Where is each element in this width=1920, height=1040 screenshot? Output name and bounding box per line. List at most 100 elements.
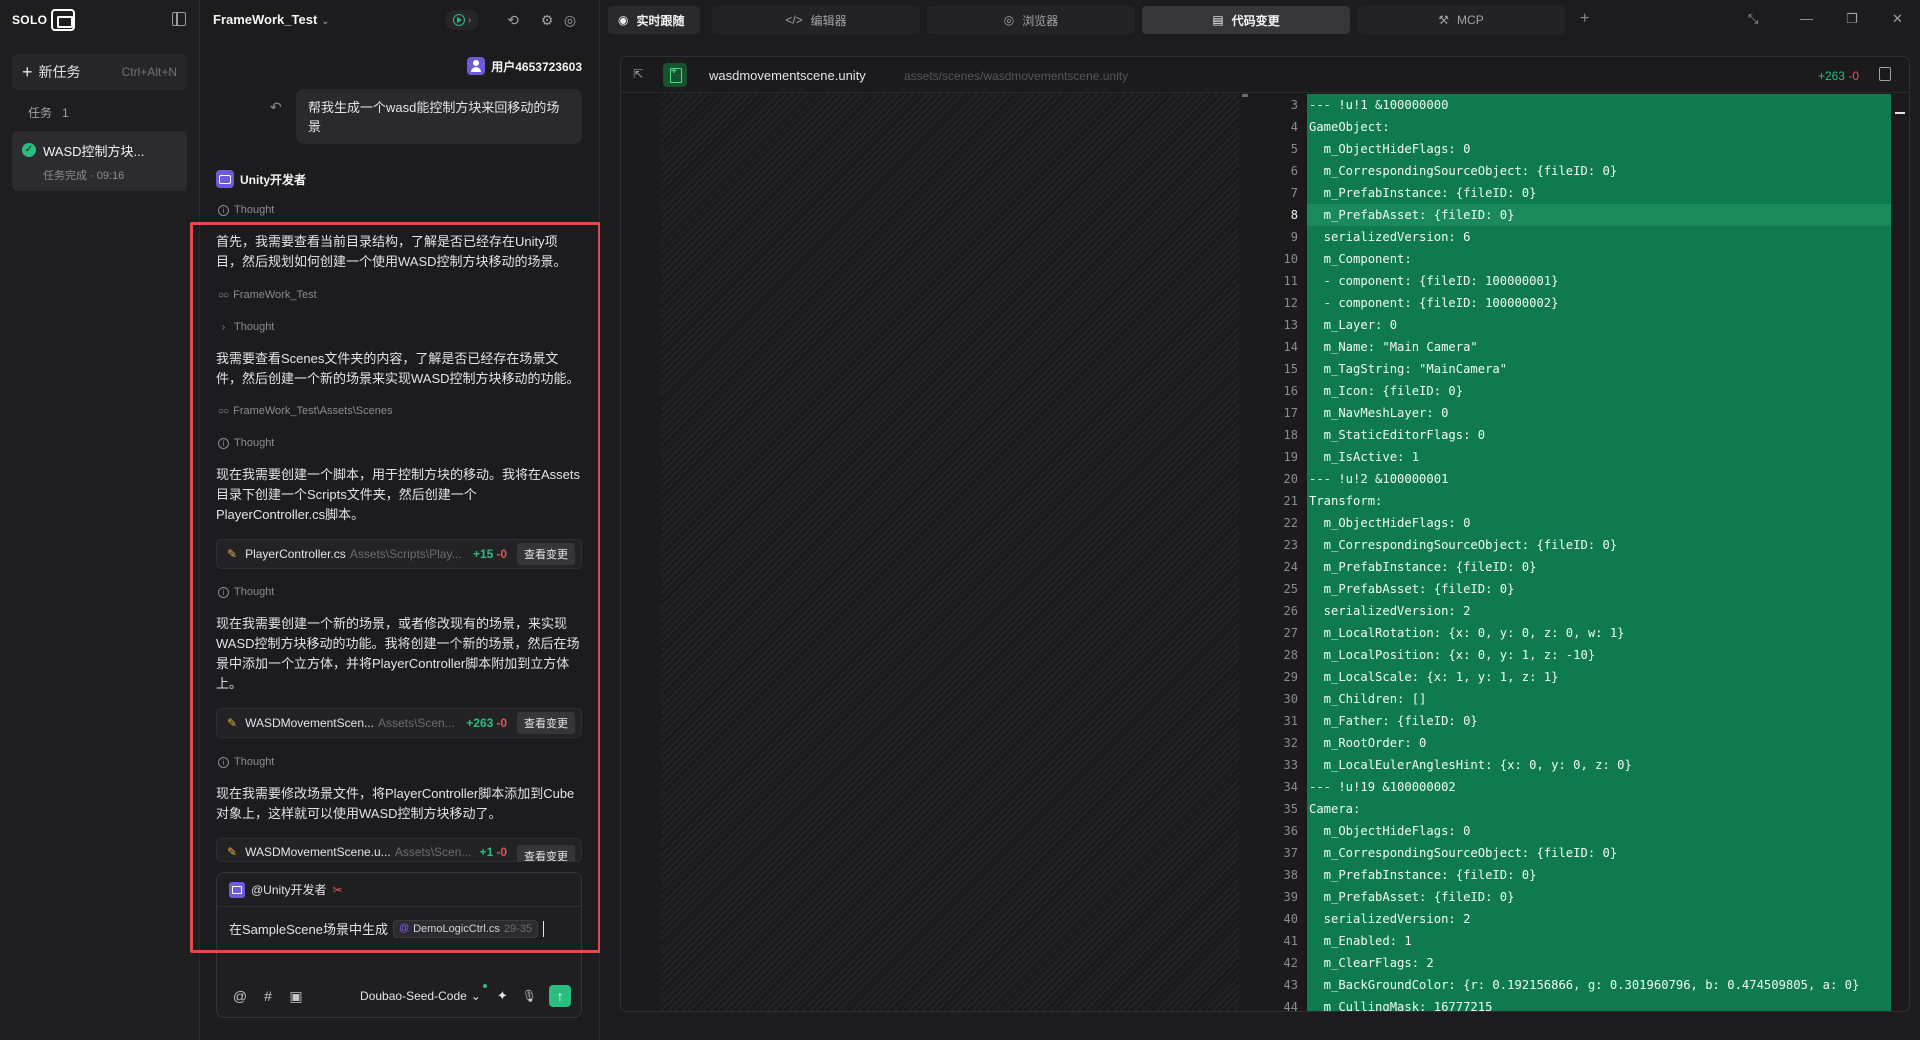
code-line[interactable]: m_StaticEditorFlags: 0 [1307, 424, 1891, 446]
code-line[interactable]: --- !u!2 &100000001 [1307, 468, 1891, 490]
explored-path[interactable]: ○○ FrameWork_Test [218, 289, 317, 301]
window-close-icon[interactable]: ✕ [1892, 11, 1903, 27]
sidebar-toggle-icon[interactable] [172, 12, 186, 26]
code-line[interactable]: m_ObjectHideFlags: 0 [1307, 512, 1891, 534]
code-line[interactable]: m_RootOrder: 0 [1307, 732, 1891, 754]
message-composer[interactable]: @Unity开发者 ✂ 在SampleScene场景中生成 @ DemoLogi… [216, 872, 582, 1018]
agent-paragraph: 我需要查看Scenes文件夹的内容，了解是否已经存在场景文件，然后创建一个新的场… [216, 351, 580, 386]
tab-code-changes[interactable]: ▤ 代码变更 [1142, 6, 1350, 34]
new-task-button[interactable]: + 新任务 Ctrl+Alt+N [12, 54, 187, 90]
agent-header: Unity开发者 [216, 170, 306, 188]
tab-browser[interactable]: ◎ 浏览器 [927, 6, 1135, 34]
add-tab-icon[interactable]: + [1580, 10, 1589, 28]
hash-icon[interactable]: # [257, 988, 279, 1004]
info-icon: i [218, 204, 229, 216]
file-reference-chip[interactable]: @ DemoLogicCtrl.cs 29-35 [392, 919, 539, 938]
code-line[interactable]: m_LocalScale: {x: 1, y: 1, z: 1} [1307, 666, 1891, 688]
file-change-card[interactable]: ✎ WASDMovementScen... Assets\Scen... +26… [216, 708, 582, 738]
code-line[interactable]: m_PrefabAsset: {fileID: 0} [1307, 578, 1891, 600]
code-line[interactable]: m_CorrespondingSourceObject: {fileID: 0} [1307, 842, 1891, 864]
deletions-count: -0 [496, 845, 507, 859]
undo-icon[interactable]: ↶ [270, 99, 282, 116]
thought-toggle[interactable]: i Thought [218, 586, 274, 598]
code-line[interactable]: --- !u!19 &100000002 [1307, 776, 1891, 798]
code-line[interactable]: serializedVersion: 6 [1307, 226, 1891, 248]
code-line[interactable]: serializedVersion: 2 [1307, 908, 1891, 930]
code-line[interactable]: m_CorrespondingSourceObject: {fileID: 0} [1307, 534, 1891, 556]
view-changes-button[interactable]: 查看变更 [517, 845, 575, 861]
copy-icon[interactable] [1879, 67, 1891, 81]
code-line[interactable]: m_Father: {fileID: 0} [1307, 710, 1891, 732]
code-line[interactable]: m_PrefabAsset: {fileID: 0} [1307, 886, 1891, 908]
thought-toggle[interactable]: i Thought [218, 204, 274, 216]
view-changes-button[interactable]: 查看变更 [517, 543, 575, 565]
model-selector[interactable]: Doubao-Seed-Code ⌄ [360, 984, 487, 1003]
code-content[interactable]: --- !u!1 &100000000 GameObject: m_ObjectH… [1307, 94, 1891, 1011]
code-line[interactable]: Transform: [1307, 490, 1891, 512]
tab-editor[interactable]: </> 编辑器 [712, 6, 920, 34]
additions-count: +263 [1817, 69, 1845, 83]
code-line[interactable]: m_NavMeshLayer: 0 [1307, 402, 1891, 424]
code-line[interactable]: m_ClearFlags: 2 [1307, 952, 1891, 974]
explored-path[interactable]: ○○ FrameWork_Test\Assets\Scenes [218, 405, 392, 417]
thought-toggle[interactable]: i Thought [218, 437, 274, 449]
tab-mcp[interactable]: ⚒ MCP [1357, 6, 1565, 34]
code-line[interactable]: m_LocalEulerAnglesHint: {x: 0, y: 0, z: … [1307, 754, 1891, 776]
code-line[interactable]: --- !u!1 &100000000 [1307, 94, 1891, 116]
agent-mention[interactable]: @Unity开发者 ✂ [229, 881, 343, 898]
tab-live-follow[interactable]: ◉ 实时跟随 [608, 6, 700, 34]
task-title: WASD控制方块... [43, 144, 145, 159]
logo-icon [51, 9, 76, 31]
code-line[interactable]: m_Children: [] [1307, 688, 1891, 710]
minimize-panel-icon[interactable]: ⤡ [1748, 11, 1758, 27]
microphone-icon[interactable]: 🎙 [522, 989, 537, 1003]
sparkle-icon[interactable]: ✦ [497, 988, 508, 1004]
code-line[interactable]: m_ObjectHideFlags: 0 [1307, 820, 1891, 842]
code-line[interactable]: m_Icon: {fileID: 0} [1307, 380, 1891, 402]
code-line[interactable]: m_Layer: 0 [1307, 314, 1891, 336]
line-number: 21 [1283, 494, 1298, 508]
code-line[interactable]: GameObject: [1307, 116, 1891, 138]
code-line[interactable]: m_LocalPosition: {x: 0, y: 1, z: -10} [1307, 644, 1891, 666]
code-line[interactable]: Camera: [1307, 798, 1891, 820]
collapse-icon[interactable]: ⇱ [633, 67, 643, 81]
tools-icon[interactable]: ✂ [333, 883, 343, 897]
code-line[interactable]: m_PrefabInstance: {fileID: 0} [1307, 864, 1891, 886]
code-line[interactable]: m_IsActive: 1 [1307, 446, 1891, 468]
image-icon[interactable]: ▣ [285, 988, 307, 1005]
thought-toggle[interactable]: › Thought [218, 321, 275, 333]
project-selector[interactable]: FrameWork_Test ⌄ [213, 12, 330, 27]
account-icon[interactable]: ◎ [562, 12, 578, 28]
task-item[interactable]: ✓ WASD控制方块... 任务完成 · 09:16 [12, 131, 187, 191]
code-line[interactable]: m_TagString: "MainCamera" [1307, 358, 1891, 380]
code-line[interactable]: m_Component: [1307, 248, 1891, 270]
code-line[interactable]: serializedVersion: 2 [1307, 600, 1891, 622]
code-line[interactable]: - component: {fileID: 100000002} [1307, 292, 1891, 314]
file-change-card[interactable]: ✎ WASDMovementScene.u... Assets\Scen... … [216, 838, 582, 862]
history-icon[interactable]: ⟲ [505, 12, 521, 28]
at-mention-icon[interactable]: @ [229, 988, 251, 1004]
code-line[interactable]: m_Name: "Main Camera" [1307, 336, 1891, 358]
code-line[interactable]: m_CorrespondingSourceObject: {fileID: 0} [1307, 160, 1891, 182]
code-line[interactable]: m_LocalRotation: {x: 0, y: 0, z: 0, w: 1… [1307, 622, 1891, 644]
settings-gear-icon[interactable]: ⚙ [539, 12, 555, 28]
code-line[interactable]: m_BackGroundColor: {r: 0.192156866, g: 0… [1307, 974, 1891, 996]
code-line[interactable]: m_PrefabInstance: {fileID: 0} [1307, 556, 1891, 578]
pane-splitter[interactable] [1239, 94, 1251, 1011]
code-line[interactable]: - component: {fileID: 100000001} [1307, 270, 1891, 292]
code-line[interactable]: m_ObjectHideFlags: 0 [1307, 138, 1891, 160]
code-line[interactable]: m_PrefabInstance: {fileID: 0} [1307, 182, 1891, 204]
window-minimize-icon[interactable]: — [1800, 11, 1813, 26]
additions-count: +1 [479, 845, 494, 859]
code-line[interactable]: m_PrefabAsset: {fileID: 0} [1307, 204, 1891, 226]
code-line[interactable]: m_Enabled: 1 [1307, 930, 1891, 952]
thought-toggle[interactable]: i Thought [218, 756, 274, 768]
window-restore-icon[interactable]: ❐ [1846, 11, 1858, 27]
send-button[interactable]: ↑ [549, 985, 571, 1007]
file-change-card[interactable]: ✎ PlayerController.cs Assets\Scripts\Pla… [216, 539, 582, 569]
code-line[interactable]: m_CullingMask: 16777215 [1307, 996, 1891, 1011]
run-button[interactable]: › [445, 10, 479, 30]
view-changes-button[interactable]: 查看变更 [517, 712, 575, 734]
scrollbar-marker[interactable] [1895, 112, 1905, 114]
composer-input[interactable]: 在SampleScene场景中生成 @ DemoLogicCtrl.cs 29-… [229, 919, 545, 938]
